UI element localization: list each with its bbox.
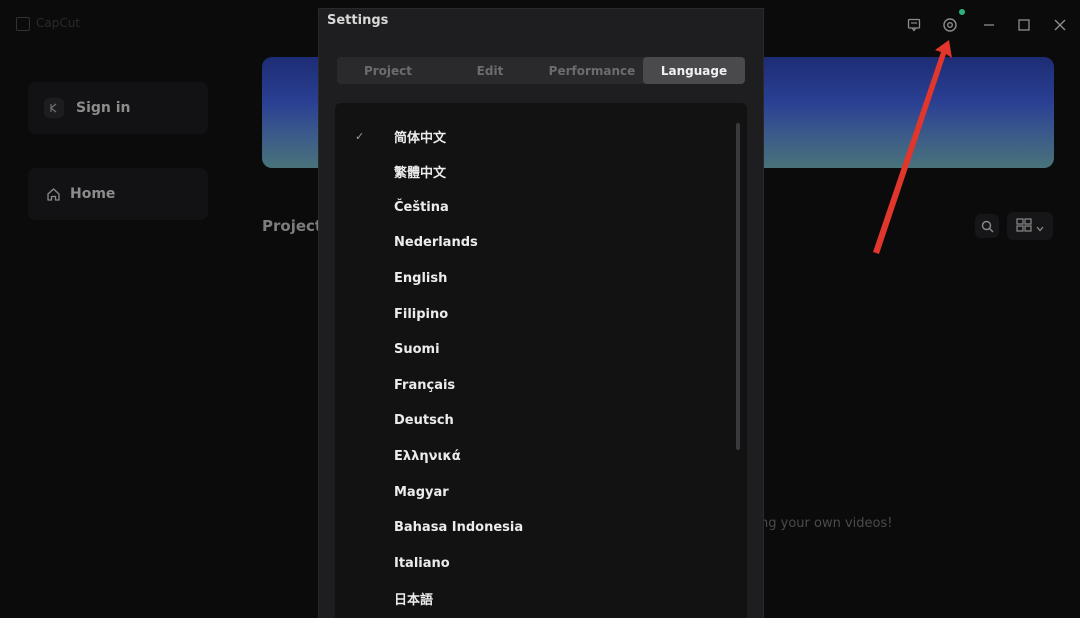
language-option[interactable]: Italiano xyxy=(335,550,735,576)
empty-projects-hint: ng your own videos! xyxy=(760,516,893,531)
checkmark-icon: ✓ xyxy=(355,129,365,143)
app-title: CapCut xyxy=(36,16,81,30)
language-label: Filipino xyxy=(394,306,449,322)
capcut-logo-icon xyxy=(44,98,64,118)
language-label: 繁體中文 xyxy=(394,166,447,182)
language-label: Suomi xyxy=(394,342,440,358)
tab-language[interactable]: Language xyxy=(643,57,745,84)
home-label: Home xyxy=(70,186,116,202)
language-option[interactable]: Français xyxy=(335,372,735,398)
feedback-icon[interactable] xyxy=(903,14,925,36)
sidebar-item-home[interactable]: Home xyxy=(28,168,208,220)
language-list-panel: ✓ 简体中文繁體中文 Čeština Nederlands English Filipin… xyxy=(335,103,747,618)
maximize-icon[interactable] xyxy=(1013,14,1035,36)
language-option[interactable]: 日本語 xyxy=(335,586,735,612)
language-label: Italiano xyxy=(394,555,450,571)
language-label: Deutsch xyxy=(394,413,454,429)
close-icon[interactable] xyxy=(1049,14,1071,36)
language-option[interactable]: English xyxy=(335,265,735,291)
settings-tabs: Project Edit Performance Language xyxy=(337,57,745,84)
language-option[interactable]: Čeština xyxy=(335,194,735,220)
language-label: Français xyxy=(394,377,456,393)
tab-project[interactable]: Project xyxy=(337,57,439,84)
notification-dot xyxy=(959,9,965,15)
settings-dialog: Settings Project Edit Performance Langua… xyxy=(318,8,764,618)
settings-gear-icon[interactable] xyxy=(939,14,961,36)
language-label: English xyxy=(394,270,448,286)
tab-performance[interactable]: Performance xyxy=(541,57,643,84)
language-option[interactable]: Filipino xyxy=(335,301,735,327)
language-option[interactable]: Ελληνικά xyxy=(335,443,735,469)
language-option[interactable]: Nederlands xyxy=(335,230,735,256)
home-icon xyxy=(44,185,62,203)
chevron-down-icon xyxy=(1036,217,1044,236)
language-option[interactable]: Suomi xyxy=(335,337,735,363)
search-icon[interactable] xyxy=(975,214,999,238)
sign-in-button[interactable]: Sign in xyxy=(28,82,208,134)
app-logo-icon xyxy=(16,17,30,31)
tab-edit[interactable]: Edit xyxy=(439,57,541,84)
language-option[interactable]: ✓ 简体中文 xyxy=(335,123,735,149)
language-label: 日本語 xyxy=(394,593,434,609)
language-label: Magyar xyxy=(394,484,449,500)
sign-in-label: Sign in xyxy=(76,100,131,116)
scrollbar[interactable] xyxy=(736,123,740,450)
language-label: Ελληνικά xyxy=(394,448,461,464)
language-option[interactable]: Magyar xyxy=(335,479,735,505)
language-label: Nederlands xyxy=(394,235,478,251)
grid-view-icon xyxy=(1016,217,1032,236)
view-toggle-button[interactable] xyxy=(1007,212,1053,240)
sidebar: Sign in Home xyxy=(0,50,240,617)
language-option[interactable]: 繁體中文 xyxy=(335,159,735,185)
language-label: Čeština xyxy=(394,199,449,215)
language-option[interactable]: Deutsch xyxy=(335,408,735,434)
language-label: 简体中文 xyxy=(394,130,447,146)
minimize-icon[interactable] xyxy=(978,14,1000,36)
language-option[interactable]: Bahasa Indonesia xyxy=(335,515,735,541)
language-label: Bahasa Indonesia xyxy=(394,520,524,536)
dialog-title: Settings xyxy=(327,13,389,28)
